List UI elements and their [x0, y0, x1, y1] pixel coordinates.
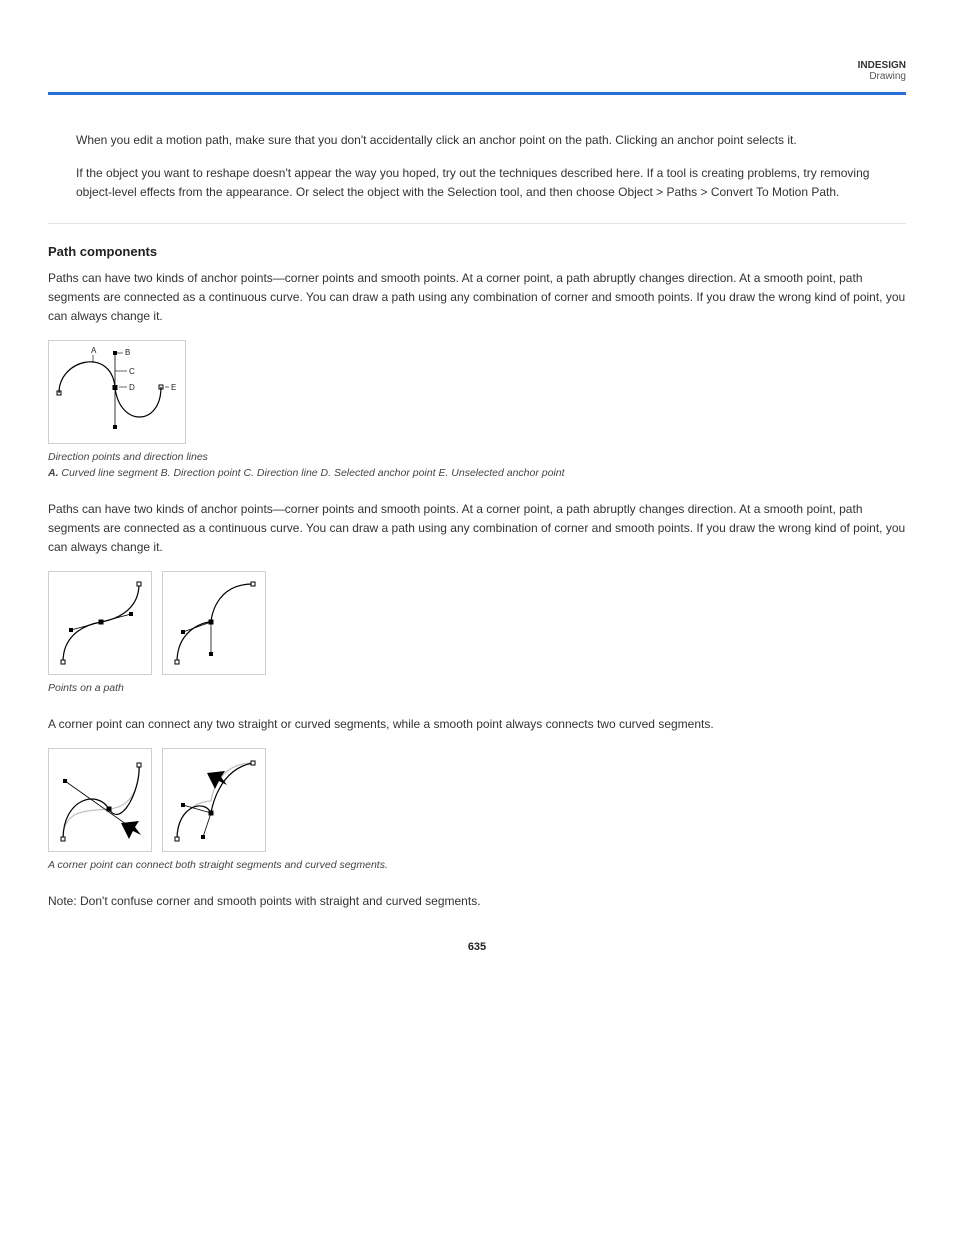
fig2a-anchor-tr	[137, 582, 141, 586]
components-p3: A corner point can connect any two strai…	[48, 715, 906, 734]
fig3a-anchor-bl	[61, 837, 65, 841]
figure-3-panel-1	[48, 748, 152, 852]
fig1-caption-a: A.	[48, 467, 61, 479]
label-d: D	[129, 383, 135, 392]
section-heading-components: Path components	[48, 244, 906, 259]
section-divider	[48, 223, 906, 224]
header-rule	[48, 92, 906, 95]
fig2a-anchor-bl	[61, 660, 65, 664]
figure-2	[48, 571, 906, 675]
figure-2a-svg	[49, 572, 153, 676]
intro-p2-menu: Object > Paths > Convert To Motion Path.	[618, 185, 839, 199]
figure-3b-svg	[163, 749, 267, 853]
fig2a-dirpt-r	[129, 612, 133, 616]
label-b: B	[125, 348, 130, 357]
fig1-caption-line2: Curved line segment B. Direction point C…	[61, 467, 564, 479]
header-right: INDESIGN Drawing	[48, 60, 906, 82]
fig2b-curve	[177, 584, 253, 662]
figure-1-caption: Direction points and direction lines A. …	[48, 450, 906, 482]
page-number: 635	[48, 941, 906, 953]
figure-3	[48, 748, 906, 852]
figure-1-svg: A B C D E	[49, 341, 187, 445]
label-a: A	[91, 346, 97, 355]
label-e: E	[171, 383, 176, 392]
fig2b-anchor-tr	[251, 582, 255, 586]
components-p2: Paths can have two kinds of anchor point…	[48, 500, 906, 558]
fig3a-anchor-tr	[137, 763, 141, 767]
figure-2-panel-2	[162, 571, 266, 675]
figure-2b-svg	[163, 572, 267, 676]
fig2a-anchor-center	[99, 620, 104, 625]
figure-3a-svg	[49, 749, 153, 853]
intro-paragraph-2: If the object you want to reshape doesn'…	[76, 164, 906, 202]
page-header: INDESIGN Drawing	[48, 60, 906, 95]
fig3a-anchor-center	[107, 807, 112, 812]
figure-1-panel: A B C D E	[48, 340, 186, 444]
figure-3-caption: A corner point can connect both straight…	[48, 858, 906, 874]
cursor-arrow-icon	[121, 821, 141, 839]
fig3b-anchor-center	[209, 811, 214, 816]
page: INDESIGN Drawing When you edit a motion …	[0, 0, 954, 993]
fig2b-dirpt-1	[181, 630, 185, 634]
fig3a-dirpt-1	[63, 779, 67, 783]
direction-point-bottom	[113, 425, 117, 429]
fig3b-anchor-bl	[175, 837, 179, 841]
fig2b-dirline-1	[183, 622, 211, 632]
fig1-caption-line1: Direction points and direction lines	[48, 451, 208, 463]
figure-1: A B C D E	[48, 340, 906, 444]
figure-2-caption: Points on a path	[48, 681, 906, 697]
components-p1: Paths can have two kinds of anchor point…	[48, 269, 906, 327]
intro-paragraph-1: When you edit a motion path, make sure t…	[76, 131, 906, 150]
figure-2-panel-1	[48, 571, 152, 675]
curve-path	[59, 362, 161, 417]
direction-point-top	[113, 351, 117, 355]
selected-anchor	[113, 385, 118, 390]
section-name: Drawing	[869, 71, 906, 82]
fig3b-dirline-2	[203, 813, 211, 837]
fig3b-anchor-tr	[251, 761, 255, 765]
fig3b-dirpt-2	[201, 835, 205, 839]
product-name: INDESIGN	[858, 60, 906, 71]
fig2b-anchor-center	[209, 620, 214, 625]
fig3b-dirpt-1	[181, 803, 185, 807]
fig2a-dirpt-l	[69, 628, 73, 632]
label-c: C	[129, 367, 135, 376]
fig2b-dirpt-2	[209, 652, 213, 656]
figure-3-panel-2	[162, 748, 266, 852]
components-p4: Note: Don't confuse corner and smooth po…	[48, 892, 906, 911]
fig2b-anchor-bl	[175, 660, 179, 664]
